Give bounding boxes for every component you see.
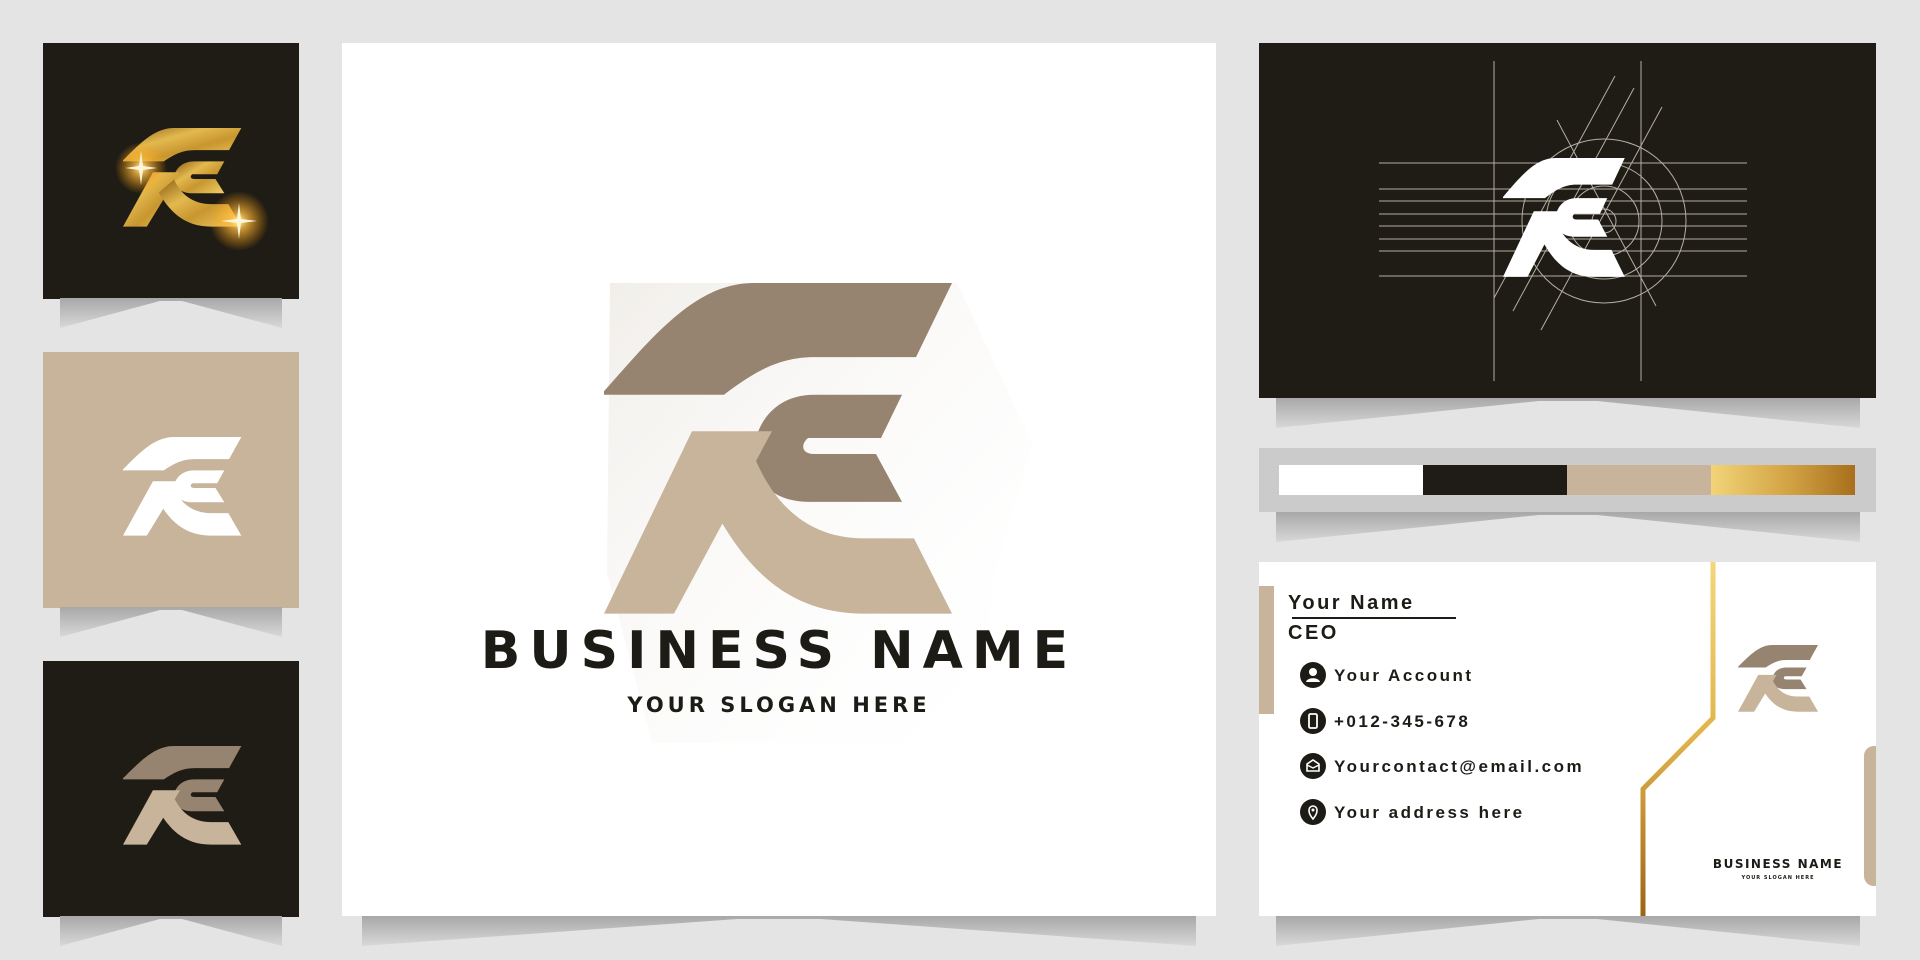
swatch-tan [1567,465,1711,495]
location-pin-icon [1300,799,1326,825]
contact-account: Your Account [1334,666,1474,685]
mail-icon [1300,753,1326,779]
slogan: YOUR SLOGAN HERE [627,693,931,717]
user-icon [1300,662,1326,688]
card-slogan: YOUR SLOGAN HERE [1741,875,1815,881]
tile-shadow [60,916,282,946]
phone-icon [1300,708,1326,734]
logo-tile-tan [43,352,299,608]
swatch-dark [1423,465,1567,495]
card-business-name: BUSINESS NAME [1712,857,1844,871]
business-card-front-grid [1259,43,1876,398]
logo-tile-dark [43,661,299,917]
contact-email: Yourcontact@email.com [1334,757,1585,776]
color-palette [1259,448,1876,512]
tile-shadow [60,298,282,328]
logo-tile-gold [43,43,299,299]
monogram-logo-tan [123,746,242,845]
panel-shadow [362,916,1196,946]
card-shadow [1276,398,1860,428]
business-card-back: Your Name CEO Your Account +012-345-678 … [1259,562,1876,916]
business-name: BUSINESS NAME [480,621,1078,681]
monogram-logo-gold [115,128,269,251]
tile-shadow [60,607,282,637]
palette-shadow [1276,512,1860,542]
card-title: CEO [1288,622,1339,644]
card-shadow [1276,916,1860,946]
contact-phone: +012-345-678 [1334,712,1471,731]
monogram-logo-white [123,437,242,536]
swatch-gold [1711,465,1855,495]
monogram-logo-main [604,283,1032,743]
card-name: Your Name [1288,592,1415,614]
swatch-white [1279,465,1423,495]
contact-address: Your address here [1334,803,1525,822]
monogram-logo-small [1738,645,1819,712]
name-underline [1292,617,1456,619]
logo-construction-grid [1379,61,1747,381]
main-logo-panel: BUSINESS NAME YOUR SLOGAN HERE [342,43,1216,916]
